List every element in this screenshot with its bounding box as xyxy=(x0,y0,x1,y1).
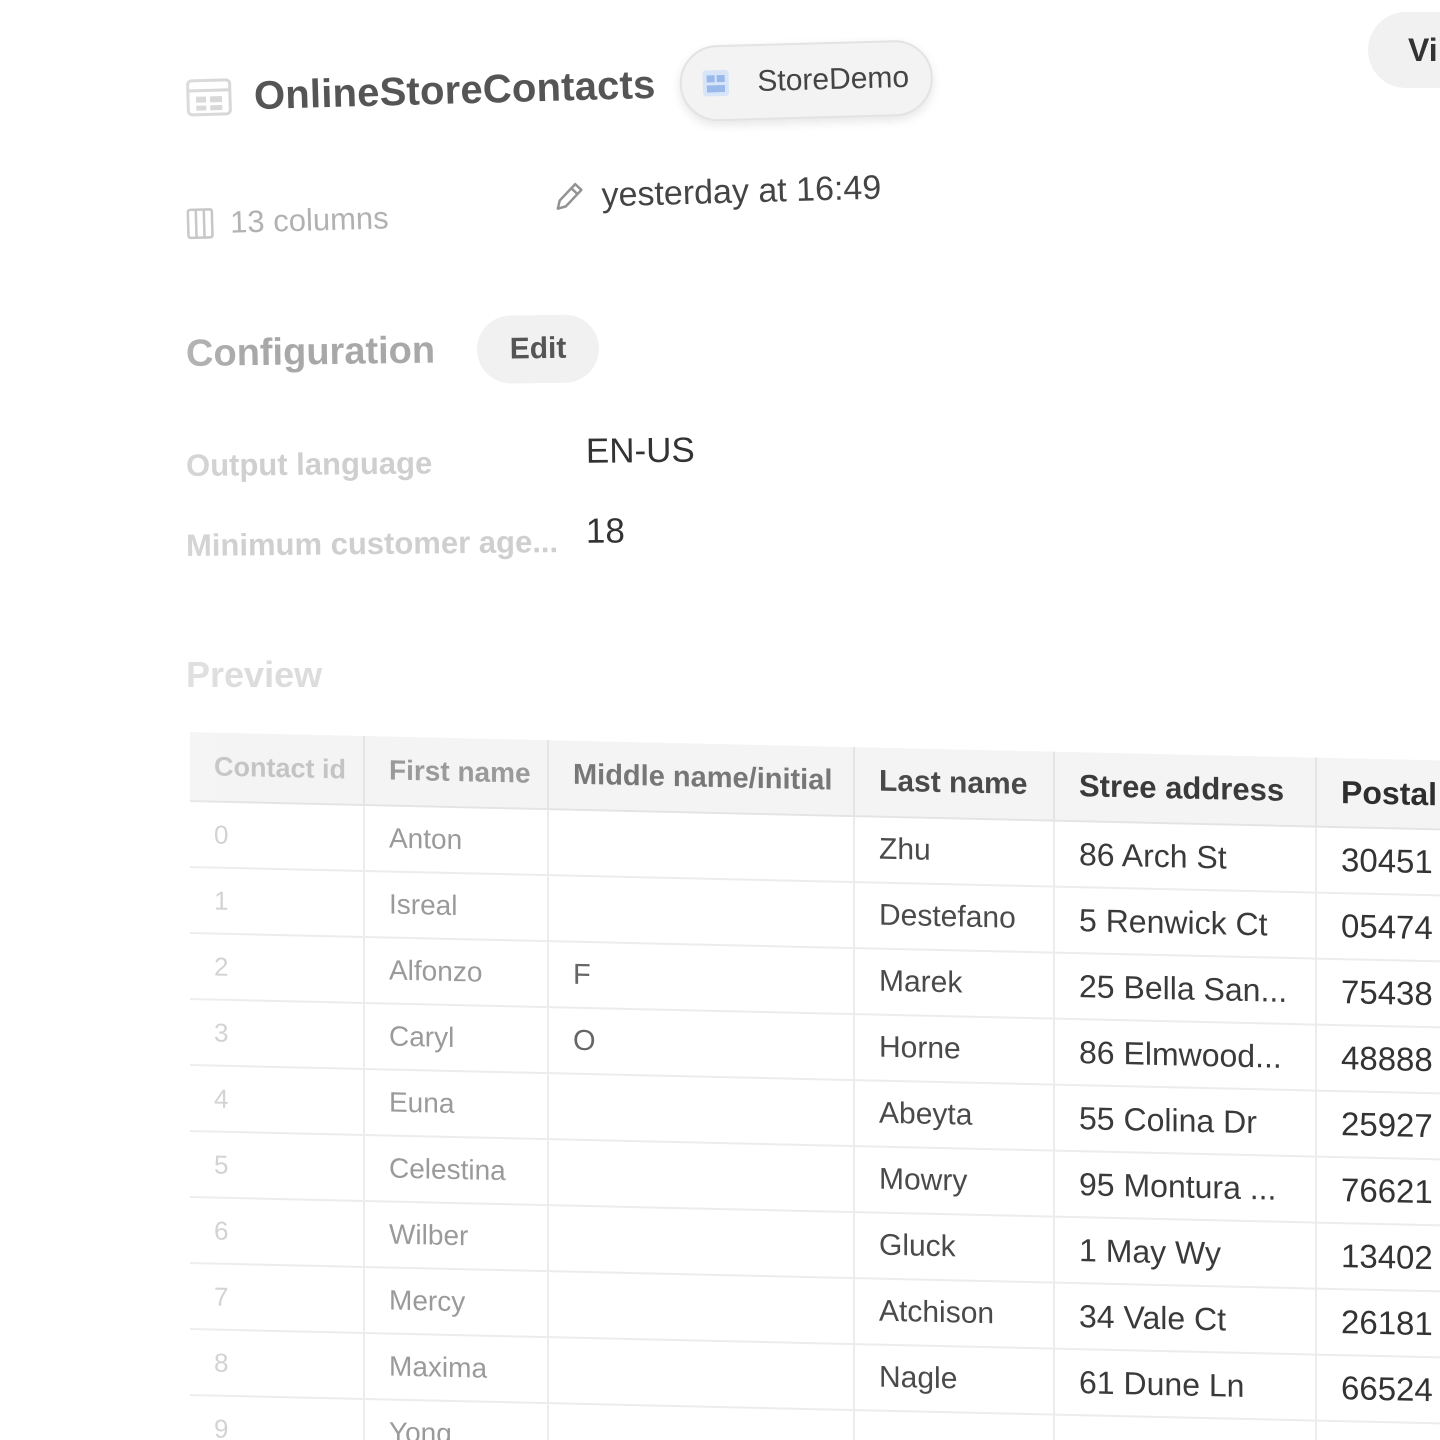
table-cell: 25 Bella San... xyxy=(1054,952,1316,1025)
table-cell xyxy=(548,809,854,883)
table-cell: Destefano xyxy=(854,882,1054,953)
table-cell: 86 Arch St xyxy=(1054,820,1316,893)
table-cell: Alfonzo xyxy=(364,936,548,1008)
table-cell: 75438 xyxy=(1316,958,1440,1031)
table-cell: 9 xyxy=(190,1395,364,1440)
table-cell: 34 Vale Ct xyxy=(1054,1282,1316,1355)
column-header[interactable]: Last name xyxy=(854,747,1054,821)
column-header[interactable]: Middle name/initial xyxy=(548,740,854,817)
table-cell: 2 xyxy=(190,933,364,1003)
table-cell: 61 Dune Ln xyxy=(1054,1348,1316,1421)
table-cell: 05474 xyxy=(1316,892,1440,965)
table-cell: 3 xyxy=(190,999,364,1069)
table-cell: 30451 xyxy=(1316,826,1440,899)
table-cell: 66524 xyxy=(1316,1354,1440,1427)
view-button[interactable]: Vi xyxy=(1368,12,1440,88)
table-cell: O xyxy=(548,1007,854,1081)
table-cell: Gluck xyxy=(854,1212,1054,1283)
table-cell: Mowry xyxy=(854,1146,1054,1217)
setting-value: 18 xyxy=(585,511,626,551)
table-icon xyxy=(186,78,232,117)
preview-table-container: Contact id First name Middle name/initia… xyxy=(190,732,1440,1440)
table-cell xyxy=(1316,1420,1440,1440)
columns-count: 13 columns xyxy=(186,200,389,242)
table-cell: 1 xyxy=(190,867,364,937)
table-cell: Caryl xyxy=(364,1002,548,1074)
table-cell: 76621 xyxy=(1316,1156,1440,1229)
table-cell: Anton xyxy=(364,804,548,876)
table-cell: Zhu xyxy=(854,816,1054,887)
table-cell: Wilber xyxy=(364,1200,548,1272)
table-cell: 4 xyxy=(190,1065,364,1135)
table-cell: 13402 xyxy=(1316,1222,1440,1295)
dataset-page: Vi OnlineStoreContacts StoreDemo 13 colu… xyxy=(0,0,1440,1440)
dataset-title: OnlineStoreContacts xyxy=(253,62,657,118)
table-cell: Yong xyxy=(364,1398,548,1440)
table-cell: F xyxy=(548,941,854,1015)
table-cell: Isreal xyxy=(364,870,548,942)
table-cell: 26181 xyxy=(1316,1288,1440,1361)
column-header[interactable]: Contact id xyxy=(190,732,364,805)
table-cell: 1 May Wy xyxy=(1054,1216,1316,1289)
table-cell xyxy=(548,875,854,949)
database-icon xyxy=(702,69,729,97)
table-cell xyxy=(548,1271,854,1345)
table-cell: 48888 xyxy=(1316,1024,1440,1097)
columns-icon xyxy=(186,208,214,240)
column-header[interactable]: Stree address xyxy=(1054,751,1316,827)
table-cell: 55 Colina Dr xyxy=(1054,1084,1316,1157)
table-cell: Atchison xyxy=(854,1278,1054,1349)
table-cell: Nagle xyxy=(854,1344,1054,1415)
column-header[interactable]: Postal xyxy=(1316,757,1440,833)
edit-configuration-button[interactable]: Edit xyxy=(476,314,600,384)
dataset-header: OnlineStoreContacts StoreDemo xyxy=(185,39,935,136)
table-cell: Abeyta xyxy=(854,1080,1054,1151)
column-header[interactable]: First name xyxy=(364,735,548,810)
setting-label: Output language xyxy=(185,445,433,483)
table-cell: Maxima xyxy=(364,1332,548,1404)
setting-label: Minimum customer age... xyxy=(185,524,559,563)
table-cell: 5 xyxy=(190,1131,364,1201)
table-cell: Horne xyxy=(854,1014,1054,1085)
last-edited-label: yesterday at 16:49 xyxy=(601,168,882,215)
table-cell: 25927 xyxy=(1316,1090,1440,1163)
table-cell xyxy=(548,1403,854,1440)
table-cell: Celestina xyxy=(364,1134,548,1206)
configuration-header: Configuration Edit xyxy=(186,314,600,388)
table-cell: Euna xyxy=(364,1068,548,1140)
table-cell: Marek xyxy=(854,948,1054,1019)
setting-minimum-customer-age: Minimum customer age... 18 xyxy=(186,508,907,576)
columns-count-label: 13 columns xyxy=(229,200,390,240)
pencil-icon xyxy=(556,182,583,210)
preview-title: Preview xyxy=(186,654,323,695)
table-cell: 6 xyxy=(190,1197,364,1267)
dataset-meta: 13 columns yesterday at 16:49 xyxy=(185,168,906,248)
table-cell xyxy=(548,1337,854,1411)
table-cell: 8 xyxy=(190,1329,364,1399)
preview-table: Contact id First name Middle name/initia… xyxy=(190,732,1440,1440)
table-cell: 5 Renwick Ct xyxy=(1054,886,1316,959)
table-cell xyxy=(548,1205,854,1279)
table-body: 0 Anton Zhu 86 Arch St 30451 1 Isreal Destefano… xyxy=(190,801,1440,1440)
setting-output-language: Output language EN-US xyxy=(186,428,907,496)
source-chip[interactable]: StoreDemo xyxy=(678,39,935,123)
setting-value: EN-US xyxy=(585,430,695,471)
table-cell: 0 xyxy=(190,801,364,871)
table-cell: 95 Montura ... xyxy=(1054,1150,1316,1223)
table-cell: Mercy xyxy=(364,1266,548,1338)
configuration-title: Configuration xyxy=(185,329,436,375)
last-edited: yesterday at 16:49 xyxy=(551,169,882,217)
table-cell xyxy=(548,1073,854,1147)
table-cell: 86 Elmwood... xyxy=(1054,1018,1316,1091)
table-cell xyxy=(854,1410,1054,1440)
source-label: StoreDemo xyxy=(756,60,910,99)
table-cell: 7 xyxy=(190,1263,364,1333)
table-cell xyxy=(548,1139,854,1213)
